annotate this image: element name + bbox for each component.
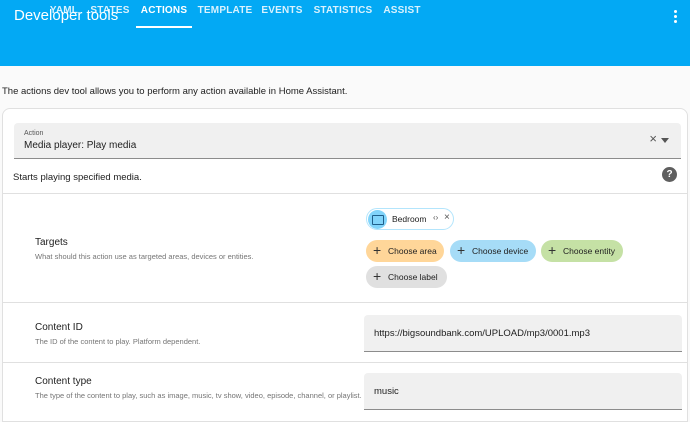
plus-icon: + [373, 268, 382, 284]
divider [3, 193, 687, 194]
action-description: Starts playing specified media. [13, 172, 142, 183]
remove-target-icon[interactable]: × [444, 212, 450, 223]
divider [3, 362, 687, 363]
choose-area-button[interactable]: + Choose area [366, 240, 444, 262]
target-device-name: Bedroom [392, 214, 427, 224]
action-card: Action Media player: Play media × Starts… [2, 108, 688, 422]
choose-entity-button[interactable]: + Choose entity [541, 240, 623, 262]
target-device-chip[interactable]: Bedroom ‹› × [366, 208, 454, 230]
choose-area-label: Choose area [388, 246, 437, 256]
expand-code-icon[interactable]: ‹› [433, 213, 438, 222]
tab-statistics[interactable]: STATISTICS [312, 0, 374, 28]
content-id-value: https://bigsoundbank.com/UPLOAD/mp3/0001… [374, 328, 590, 339]
content-id-title: Content ID [35, 322, 83, 333]
content-type-title: Content type [35, 376, 92, 387]
divider [3, 302, 687, 303]
choose-label-label: Choose label [388, 272, 438, 282]
choose-label-button[interactable]: + Choose label [366, 266, 447, 288]
content-id-input[interactable]: https://bigsoundbank.com/UPLOAD/mp3/0001… [364, 315, 682, 352]
help-icon[interactable]: ? [662, 167, 677, 182]
tab-template[interactable]: TEMPLATE [196, 0, 254, 28]
action-select-value: Media player: Play media [24, 140, 137, 151]
choose-device-button[interactable]: + Choose device [450, 240, 536, 262]
tab-actions[interactable]: ACTIONS [136, 0, 192, 28]
intro-text: The actions dev tool allows you to perfo… [2, 86, 348, 97]
tab-states[interactable]: STATES [88, 0, 132, 28]
tab-yaml[interactable]: YAML [44, 0, 84, 28]
choose-entity-label: Choose entity [563, 246, 615, 256]
plus-icon: + [548, 242, 557, 258]
tab-assist[interactable]: ASSIST [380, 0, 424, 28]
device-icon [368, 210, 387, 229]
targets-description: What should this action use as targeted … [35, 252, 254, 261]
app-header: Developer tools YAML STATES ACTIONS TEMP… [0, 0, 690, 66]
choose-device-label: Choose device [472, 246, 529, 256]
action-select[interactable]: Action Media player: Play media × [14, 123, 681, 159]
clear-icon[interactable]: × [649, 132, 657, 146]
action-select-label: Action [24, 130, 44, 137]
tab-events[interactable]: EVENTS [258, 0, 306, 28]
plus-icon: + [373, 242, 382, 258]
more-options-icon[interactable] [668, 6, 682, 26]
plus-icon: + [457, 242, 466, 258]
targets-title: Targets [35, 237, 68, 248]
content-type-input[interactable]: music [364, 373, 682, 410]
dropdown-arrow-icon[interactable] [661, 138, 669, 143]
content-id-description: The ID of the content to play. Platform … [35, 337, 201, 346]
content-type-value: music [374, 386, 399, 397]
content-type-description: The type of the content to play, such as… [35, 391, 362, 400]
